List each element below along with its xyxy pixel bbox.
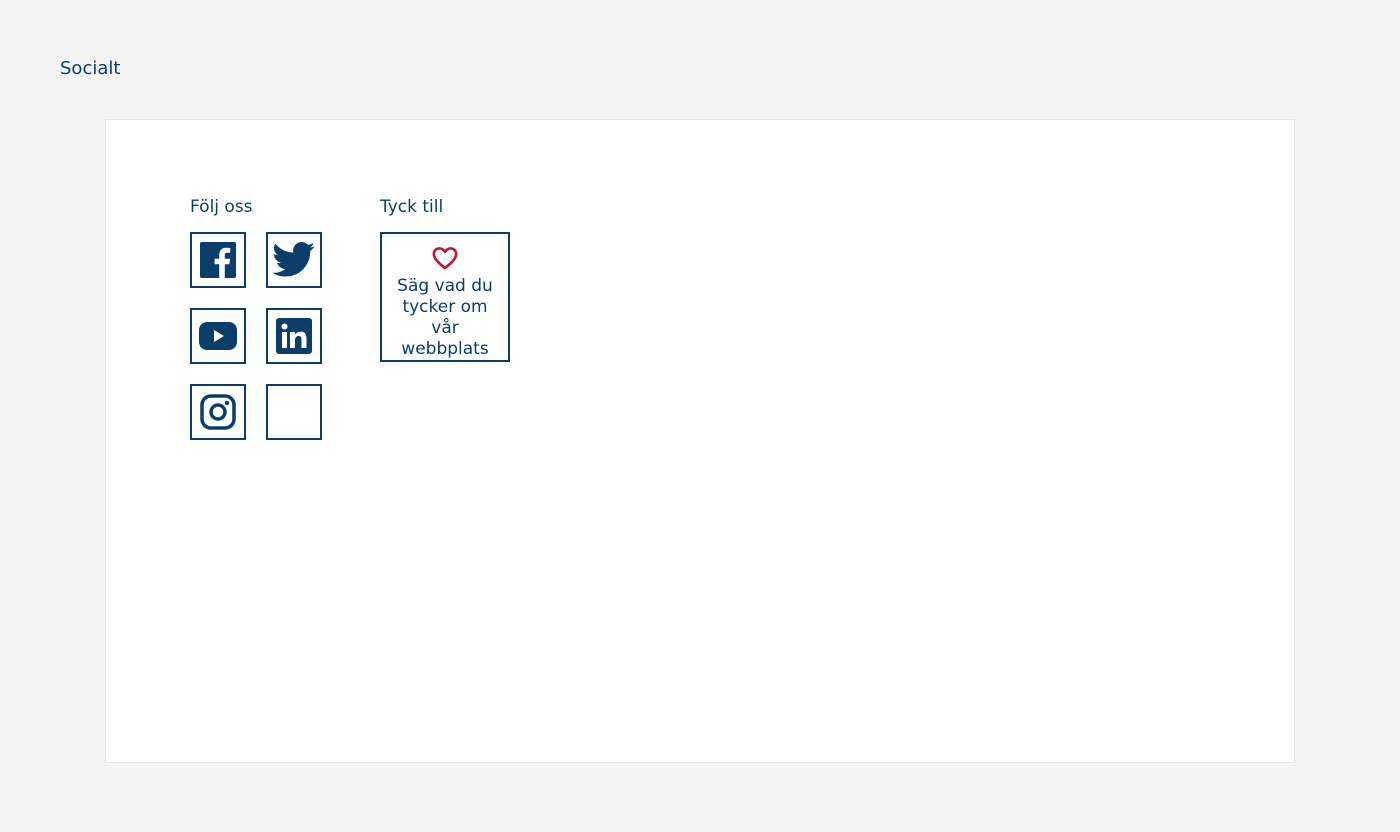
follow-us-section: Följ oss (190, 196, 322, 440)
social-icon-grid (190, 232, 322, 440)
facebook-link[interactable] (190, 232, 246, 288)
follow-us-title: Följ oss (190, 197, 253, 217)
youtube-icon (199, 322, 237, 350)
instagram-icon (200, 394, 236, 430)
twitter-icon (272, 242, 315, 277)
page-title: Socialt (60, 58, 121, 79)
linkedin-link[interactable] (266, 308, 322, 364)
empty-social-link[interactable] (266, 384, 322, 440)
feedback-button[interactable]: Säg vad du tycker om vår webbplats (380, 232, 510, 362)
feedback-title: Tyck till (380, 197, 444, 217)
social-panel: Följ oss Tyck till Säg vad du tycker om … (105, 119, 1295, 763)
facebook-icon (200, 242, 236, 278)
youtube-link[interactable] (190, 308, 246, 364)
linkedin-icon (276, 318, 312, 354)
instagram-link[interactable] (190, 384, 246, 440)
twitter-link[interactable] (266, 232, 322, 288)
heart-icon (432, 247, 458, 270)
feedback-section: Tyck till Säg vad du tycker om vår webbp… (380, 196, 510, 362)
feedback-text: Säg vad du tycker om vår webbplats (397, 276, 493, 359)
